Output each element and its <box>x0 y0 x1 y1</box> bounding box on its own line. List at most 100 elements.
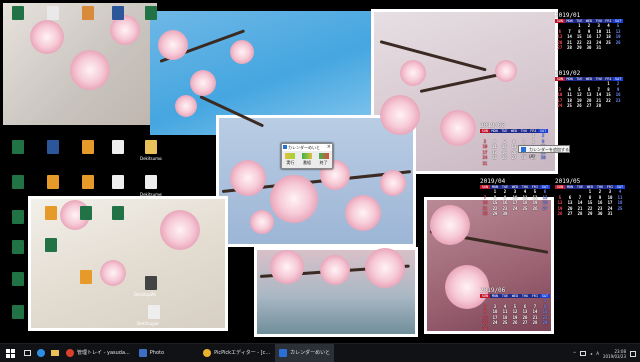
calendar-title: 2019/05 <box>555 178 581 185</box>
calendar-day <box>540 211 550 217</box>
calendar-day: 29 <box>542 320 548 325</box>
pdf-file-icon[interactable] <box>47 6 59 20</box>
calendar-2019-02: 2019/02 SUN MON TUE WED THU FRI SAT 1234567891… <box>555 70 624 109</box>
edge-browser-button[interactable] <box>34 344 48 362</box>
folder-icon[interactable] <box>145 140 157 154</box>
run-label: 実行 <box>286 160 295 165</box>
desktop: Dekitsumon DekitsumeLaw DesktopWallpaper… <box>0 0 640 362</box>
calendar-day: 27 <box>567 211 573 216</box>
excel-file-icon[interactable] <box>12 305 24 319</box>
calendar-2019-06: 2019/06 SUN MON TUE WED THU FRI SAT 1234567891… <box>480 287 550 331</box>
text-file-icon[interactable] <box>112 175 124 189</box>
text-file-icon[interactable] <box>145 175 157 189</box>
exit-button[interactable]: 終了 <box>318 152 330 166</box>
excel-file-icon[interactable] <box>145 6 157 20</box>
windows-logo-icon <box>5 348 15 358</box>
word-file-icon[interactable] <box>47 140 59 154</box>
notification-icon[interactable] <box>630 350 636 357</box>
photo-file-icon[interactable] <box>80 270 92 284</box>
book-icon <box>301 153 312 159</box>
photo-file-icon[interactable] <box>82 175 94 189</box>
calendar-days: 1234567891011121314151617181920212223242… <box>555 81 623 109</box>
close-icon[interactable]: × <box>327 144 331 151</box>
calendar-title: 2019/03 <box>480 122 506 129</box>
picpick-icon <box>203 348 212 357</box>
excel-file-icon[interactable] <box>112 206 124 220</box>
calendar-day <box>490 161 500 167</box>
word-file-icon[interactable] <box>112 6 124 20</box>
desktop-icon-label: Dekitsumon <box>140 156 162 161</box>
volume-icon[interactable]: ◂ <box>590 351 592 356</box>
excel-file-icon[interactable] <box>12 240 24 254</box>
desktop-icon-label: DesktopWallpaper... <box>134 292 156 297</box>
calendar-day: 26 <box>512 320 518 325</box>
photo-file-icon[interactable] <box>45 206 57 220</box>
calendar-app-icon <box>279 348 288 357</box>
calendar-title: 2019/04 <box>480 178 506 185</box>
excel-file-icon[interactable] <box>12 6 24 20</box>
calendar-day <box>613 45 623 51</box>
network-icon[interactable] <box>580 351 587 356</box>
app-shortcut-icon[interactable] <box>145 276 157 290</box>
text-file-icon[interactable] <box>148 305 160 319</box>
excel-file-icon[interactable] <box>80 206 92 220</box>
program-button[interactable]: 番組 <box>301 152 313 166</box>
arrow-icon <box>285 153 296 159</box>
photo-file-icon[interactable] <box>82 140 94 154</box>
calendar-days: 1234567891011121314151617181920212223242… <box>555 23 623 51</box>
ime-icon[interactable]: A <box>596 351 599 356</box>
calendar-day: 26 <box>557 211 563 216</box>
taskbar-app-chrome[interactable]: 管理トレイ - yasuda... <box>62 344 134 362</box>
window-title: カレンダーめいと <box>288 145 320 150</box>
program-label: 番組 <box>302 160 311 165</box>
calendar-day: 24 <box>557 103 563 108</box>
calendar-2019-01: 2019/01 SUN MON TUE WED THU FRI SAT 1234567891… <box>555 12 624 51</box>
calendar-day: 30 <box>502 211 508 216</box>
add-calendar-menu-item[interactable]: カレンダーを追加する(A) <box>518 145 570 159</box>
excel-file-icon[interactable] <box>12 210 24 224</box>
chrome-icon <box>66 348 74 357</box>
run-button[interactable]: 実行 <box>284 152 296 166</box>
excel-file-icon[interactable] <box>12 140 24 154</box>
desktop-icon-label: Dekitsugami <box>137 321 159 326</box>
start-button[interactable] <box>0 344 20 362</box>
calendar-title: 2019/06 <box>480 287 506 294</box>
calendar-2019-03: 2019/03 SUN MON TUE WED THU FRI SAT 1234567891… <box>480 122 549 167</box>
file-explorer-button[interactable] <box>48 344 62 362</box>
calendar-days: 1234567891011121314151617181920212223242… <box>555 189 625 217</box>
excel-file-icon[interactable] <box>45 238 57 252</box>
calendar-mate-window[interactable]: カレンダーめいと × 実行 番組 終了 <box>281 143 333 169</box>
chevron-up-icon[interactable]: ^ <box>573 351 576 356</box>
window-toolbar: 実行 番組 終了 <box>282 151 332 166</box>
calendar-day: 27 <box>586 103 592 108</box>
excel-file-icon[interactable] <box>12 175 24 189</box>
exit-icon <box>318 153 329 159</box>
clock[interactable]: 23:08 2019/03/23 <box>603 349 626 359</box>
task-view-button[interactable] <box>20 344 34 362</box>
calendar-day: 25 <box>567 103 572 108</box>
text-file-icon[interactable] <box>112 140 124 154</box>
app-icon <box>283 145 287 149</box>
excel-file-icon[interactable] <box>12 272 24 286</box>
photo-file-icon[interactable] <box>47 175 59 189</box>
calendar-icon <box>521 147 526 152</box>
calendar-day: 30 <box>482 325 488 331</box>
taskbar-app-picpick[interactable]: PicPickエディター - [c... <box>199 344 275 362</box>
calendar-day: 29 <box>587 211 593 216</box>
task-view-icon <box>23 350 31 356</box>
calendar-day <box>613 103 623 109</box>
calendar-title: 2019/02 <box>555 70 581 77</box>
calendar-day <box>530 211 540 217</box>
window-titlebar[interactable]: カレンダーめいと × <box>282 144 332 151</box>
system-tray: ^ ◂ A 23:08 2019/03/23 <box>573 344 636 362</box>
taskbar-app-calendar-mate[interactable]: カレンダーめいと <box>275 343 335 362</box>
photo-file-icon[interactable] <box>82 6 94 20</box>
desktop-icon-label: DekitsumeLaw <box>140 192 162 197</box>
calendar-day: 31 <box>482 160 488 166</box>
calendar-days: 1234567891011121314151617181920212223242… <box>480 189 550 217</box>
calendar-day: 26 <box>576 103 582 108</box>
taskbar-app-photo[interactable]: Photo <box>134 344 169 362</box>
calendar-days: 1234567891011121314151617181920212223242… <box>480 298 550 331</box>
calendar-day: 28 <box>596 103 602 108</box>
calendar-title: 2019/01 <box>555 12 581 19</box>
